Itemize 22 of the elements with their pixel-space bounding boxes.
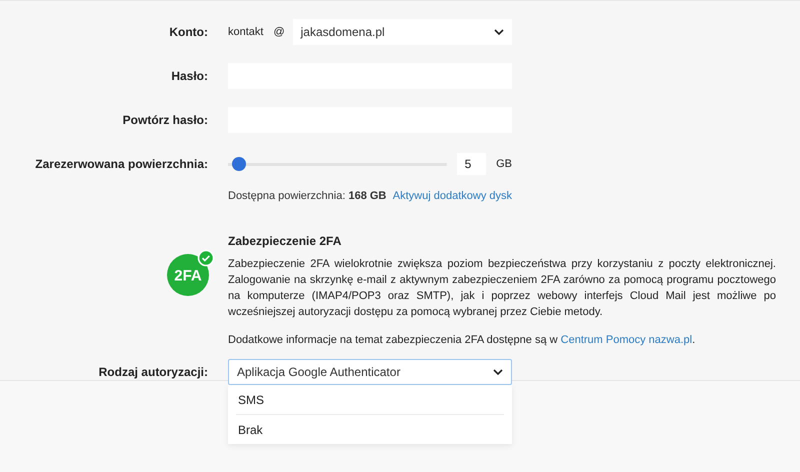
field-label: Powtórz hasło:: [122, 113, 208, 127]
activate-disk-link[interactable]: Aktywuj dodatkowy dysk: [392, 190, 512, 202]
storage-value-field[interactable]: 5: [456, 153, 486, 175]
dropdown-option[interactable]: SMS: [236, 385, 504, 415]
section-heading: Zabezpieczenie 2FA: [228, 234, 342, 248]
field-label: Hasło:: [170, 69, 208, 83]
twofa-description: Zabezpieczenie 2FA wielokrotnie zwiększa poziom bezpieczeństwa przy korzystaniu z poczty elektronicznej. Zalogowanie na skrzynkę e-mail z aktywnym zabezpieczeniem 2FA zarówno za pomocą programu pocztowego na komputerze (IMAP4/POP3 oraz SMTP), jak i poprzez webowy interfejs Cloud Mail jest możliwe po wcześniejszej autoryzacji dostępu za pomocą wybranej przez Ciebie metody.: [228, 257, 776, 320]
domain-select[interactable]: jakasdomena.pl: [292, 19, 512, 45]
help-info-text: Dodatkowe informacje na temat zabezpieczenia 2FA dostępne są w Centrum Pomocy nazwa.pl.: [228, 334, 696, 346]
help-center-link[interactable]: Centrum Pomocy nazwa.pl: [560, 334, 692, 346]
slider-thumb[interactable]: [232, 157, 246, 171]
dropdown-option[interactable]: Brak: [236, 415, 504, 444]
account-name: kontakt: [228, 26, 264, 38]
field-label: Konto:: [168, 25, 208, 39]
field-label: Zarezerwowana powierzchnia:: [34, 157, 208, 171]
chevron-down-icon: [494, 29, 504, 35]
unit-label: GB: [496, 158, 512, 170]
at-sign: @: [273, 26, 285, 38]
available-space-label: Dostępna powierzchnia: 168 GB: [228, 190, 386, 202]
auth-type-select[interactable]: Aplikacja Google Authenticator: [228, 359, 512, 385]
field-label: Rodzaj autoryzacji:: [98, 365, 208, 379]
chevron-down-icon: [493, 369, 503, 375]
